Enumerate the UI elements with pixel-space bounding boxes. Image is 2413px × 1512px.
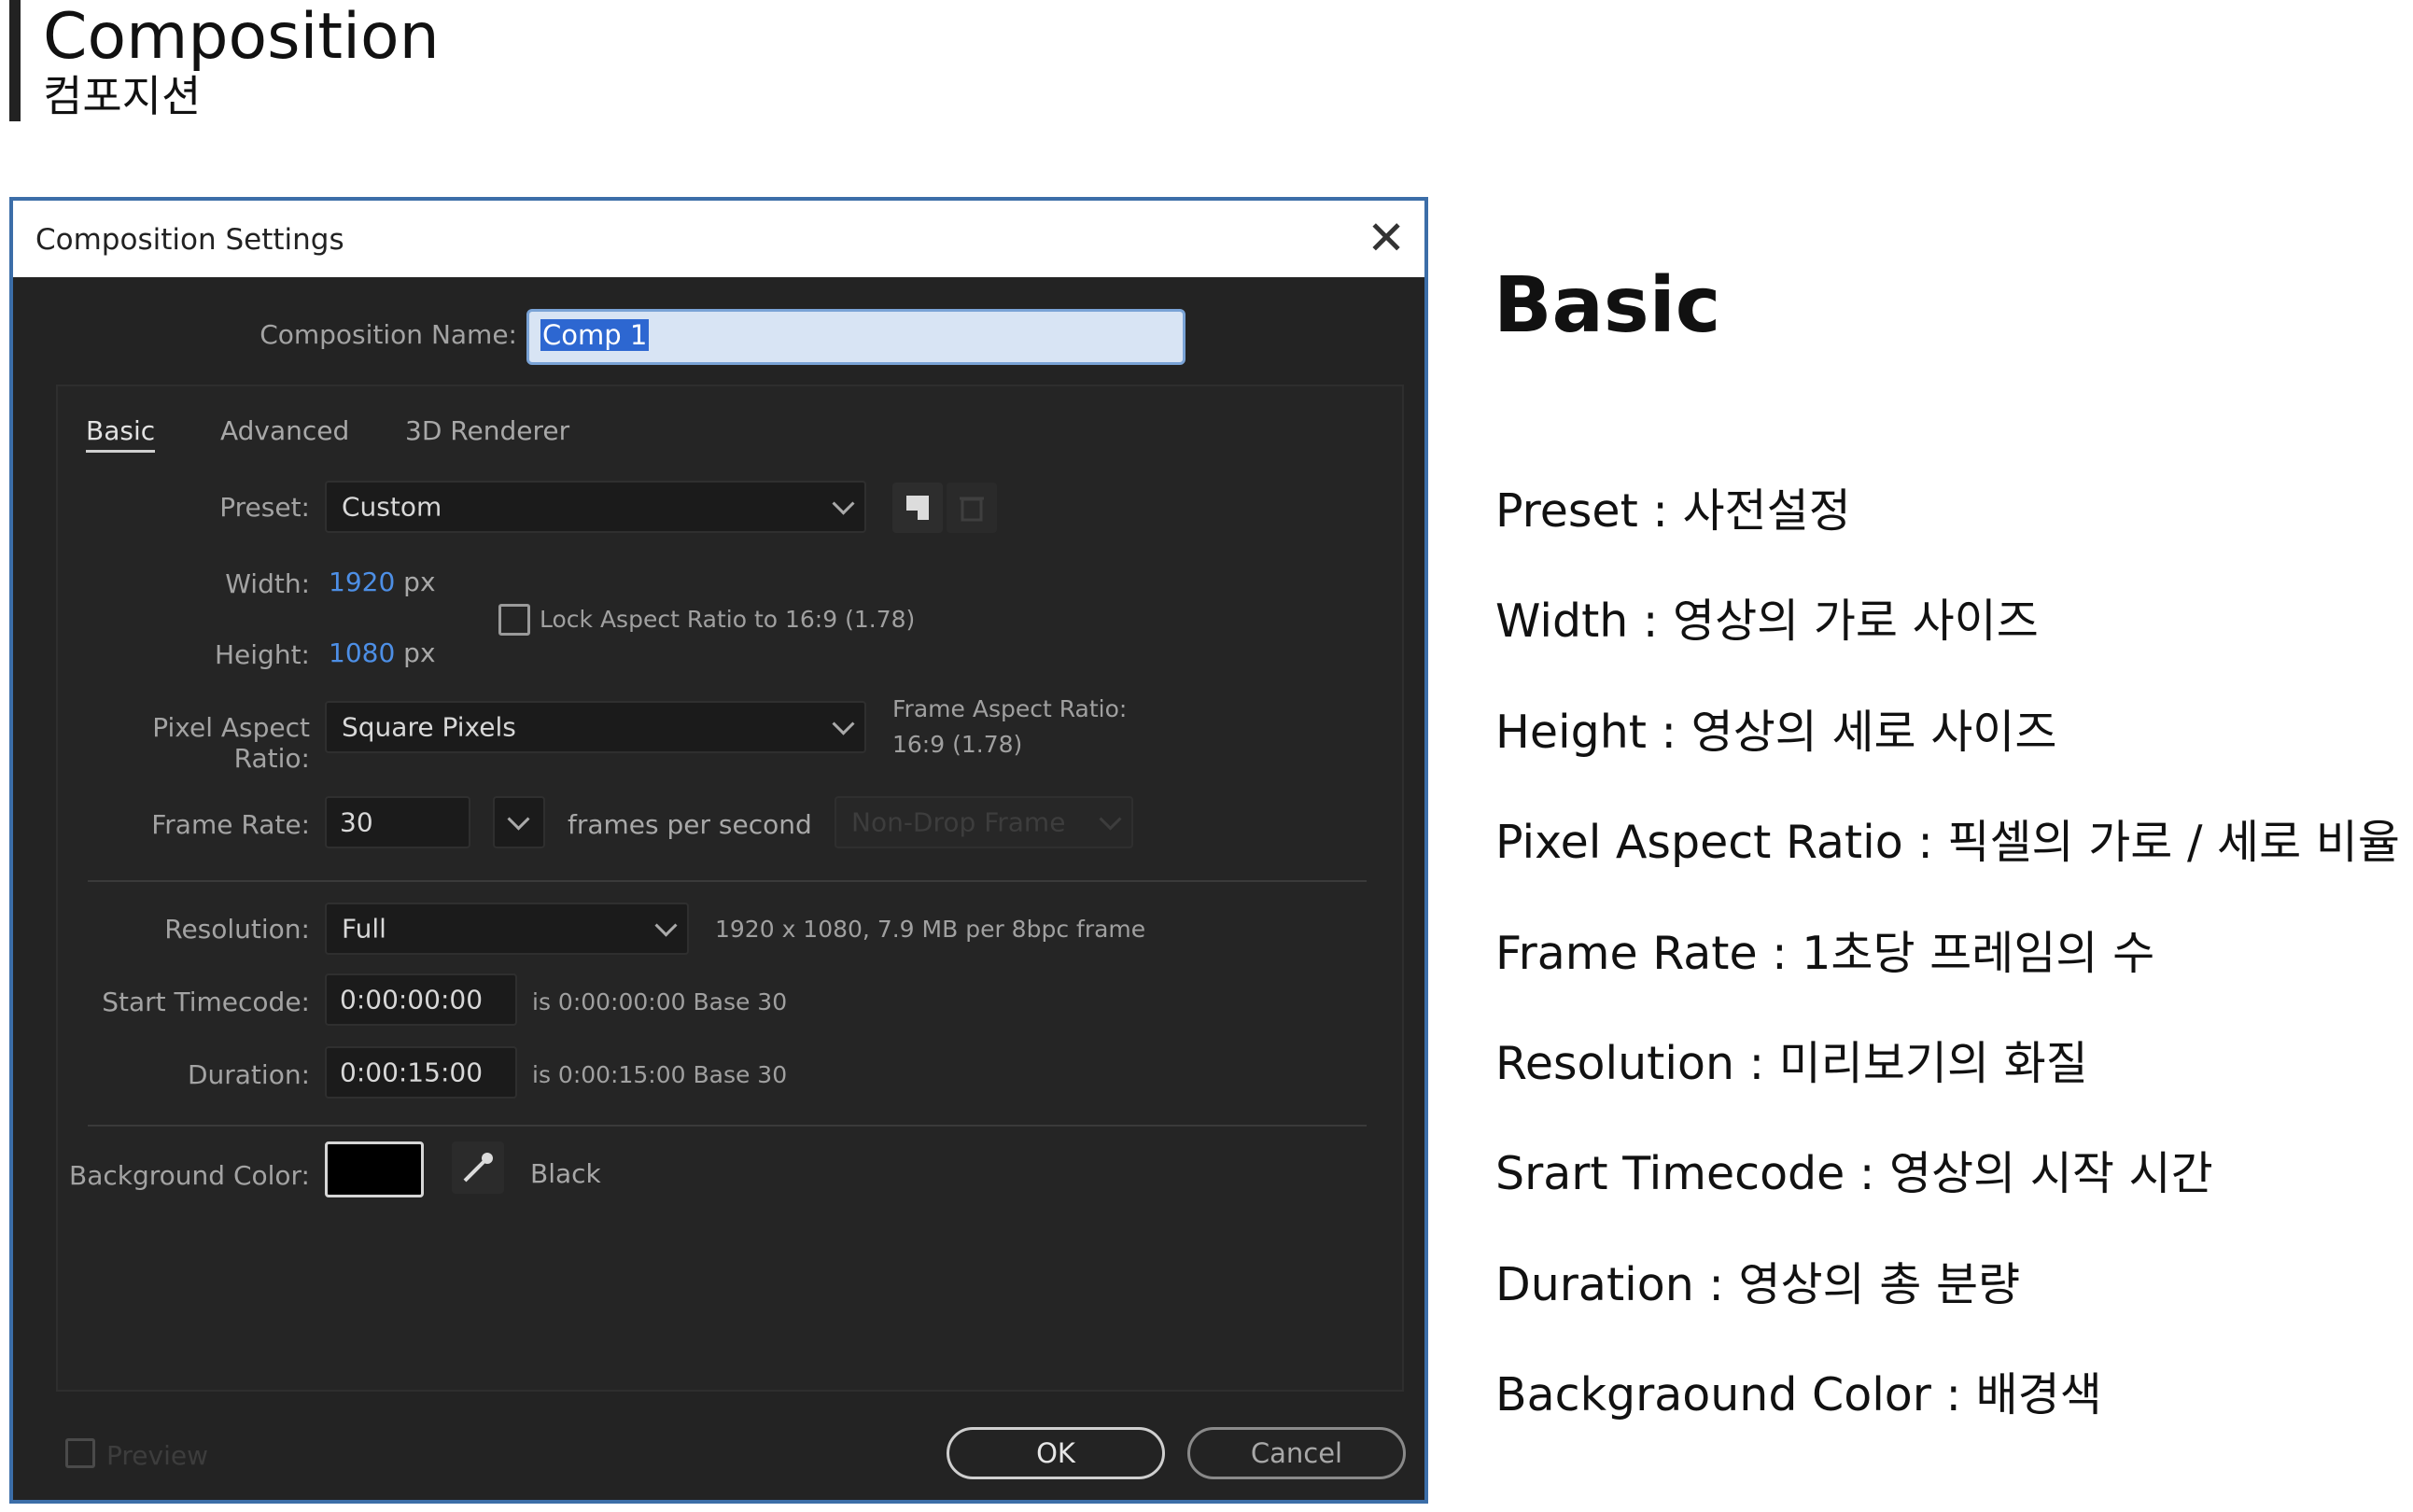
note-item: Frame Rate : 1초당 프레임의 수 bbox=[1495, 927, 2155, 980]
dialog-titlebar[interactable]: Composition Settings ✕ bbox=[13, 201, 1424, 277]
preview-checkbox[interactable] bbox=[65, 1438, 95, 1468]
divider bbox=[88, 1125, 1367, 1127]
start-timecode-value: 0:00:00:00 bbox=[340, 984, 484, 1015]
duration-info: is 0:00:15:00 Base 30 bbox=[532, 1061, 788, 1088]
start-timecode-input[interactable]: 0:00:00:00 bbox=[325, 973, 517, 1026]
close-icon[interactable]: ✕ bbox=[1367, 212, 1406, 264]
pixel-aspect-ratio-value: Square Pixels bbox=[342, 711, 516, 743]
dialog-title: Composition Settings bbox=[35, 223, 344, 257]
tab-3d-renderer[interactable]: 3D Renderer bbox=[405, 415, 569, 446]
chevron-down-icon bbox=[1099, 807, 1122, 831]
height-field[interactable]: 1080 px bbox=[329, 637, 436, 668]
frame-aspect-ratio-label: Frame Aspect Ratio: bbox=[892, 695, 1128, 722]
pixel-aspect-ratio-dropdown[interactable]: Square Pixels bbox=[325, 701, 866, 753]
height-value[interactable]: 1080 bbox=[329, 637, 395, 668]
height-label: Height: bbox=[215, 639, 310, 670]
frame-rate-dropdown[interactable] bbox=[493, 796, 545, 848]
save-preset-button[interactable] bbox=[892, 483, 943, 533]
tab-basic[interactable]: Basic bbox=[86, 415, 156, 453]
frame-aspect-ratio-value: 16:9 (1.78) bbox=[892, 731, 1023, 758]
chevron-down-icon bbox=[832, 712, 855, 735]
duration-value: 0:00:15:00 bbox=[340, 1057, 484, 1088]
width-unit: px bbox=[403, 567, 436, 597]
background-color-swatch[interactable] bbox=[325, 1141, 424, 1197]
frame-rate-input[interactable]: 30 bbox=[325, 796, 470, 848]
note-item: Resolution : 미리보기의 화질 bbox=[1495, 1037, 2088, 1090]
composition-name-input[interactable]: Comp 1 bbox=[526, 309, 1185, 365]
note-item: Width : 영상의 가로 사이즈 bbox=[1495, 595, 2039, 648]
drop-frame-value: Non-Drop Frame bbox=[851, 806, 1066, 838]
width-value[interactable]: 1920 bbox=[329, 567, 395, 597]
notes-heading: Basic bbox=[1494, 261, 1721, 350]
divider bbox=[88, 880, 1367, 882]
delete-preset-button[interactable] bbox=[947, 483, 997, 533]
ok-button[interactable]: OK bbox=[947, 1427, 1165, 1479]
note-item: Preset : 사전설정 bbox=[1495, 484, 1851, 538]
frame-rate-label: Frame Rate: bbox=[151, 809, 310, 840]
duration-label: Duration: bbox=[187, 1059, 310, 1090]
pixel-aspect-ratio-label: Pixel Aspect Ratio: bbox=[152, 712, 310, 774]
frame-rate-value: 30 bbox=[340, 806, 373, 838]
background-color-name: Black bbox=[530, 1158, 601, 1189]
note-item: Backgraound Color : 배경색 bbox=[1495, 1368, 2102, 1421]
trash-icon bbox=[960, 497, 984, 522]
chevron-down-icon bbox=[507, 807, 530, 831]
tab-advanced[interactable]: Advanced bbox=[220, 415, 349, 446]
start-timecode-info: is 0:00:00:00 Base 30 bbox=[532, 988, 788, 1015]
frames-per-second-label: frames per second bbox=[568, 809, 812, 840]
composition-settings-dialog: Composition Settings ✕ Composition Name:… bbox=[9, 197, 1428, 1504]
eyedropper-button[interactable] bbox=[452, 1141, 504, 1194]
preset-dropdown[interactable]: Custom bbox=[325, 481, 866, 533]
eyedropper-icon bbox=[463, 1153, 493, 1183]
height-unit: px bbox=[403, 637, 436, 668]
resolution-dropdown[interactable]: Full bbox=[325, 903, 689, 955]
chevron-down-icon bbox=[654, 914, 678, 937]
note-item: Duration : 영상의 총 분량 bbox=[1495, 1258, 2021, 1311]
note-item: Pixel Aspect Ratio : 픽셀의 가로 / 세로 비율 bbox=[1495, 816, 2400, 869]
note-item: Srart Timecode : 영상의 시작 시간 bbox=[1495, 1147, 2213, 1200]
settings-panel bbox=[56, 385, 1404, 1392]
chevron-down-icon bbox=[832, 492, 855, 515]
cancel-button[interactable]: Cancel bbox=[1187, 1427, 1406, 1479]
composition-name-label: Composition Name: bbox=[260, 319, 517, 350]
preset-value: Custom bbox=[342, 491, 442, 523]
page-title: Composition bbox=[43, 0, 440, 74]
lock-aspect-checkbox[interactable] bbox=[498, 604, 530, 636]
width-label: Width: bbox=[225, 568, 310, 599]
duration-input[interactable]: 0:00:15:00 bbox=[325, 1046, 517, 1099]
dialog-body: Composition Name: Comp 1 Basic Advanced … bbox=[13, 277, 1424, 1500]
resolution-info: 1920 x 1080, 7.9 MB per 8bpc frame bbox=[715, 916, 1146, 943]
save-preset-icon bbox=[906, 496, 929, 520]
drop-frame-dropdown[interactable]: Non-Drop Frame bbox=[835, 796, 1133, 848]
start-timecode-label: Start Timecode: bbox=[102, 987, 310, 1017]
background-color-label: Background Color: bbox=[69, 1160, 310, 1191]
preset-label: Preset: bbox=[219, 492, 310, 523]
page-header: Composition 컴포지션 bbox=[9, 0, 440, 121]
resolution-value: Full bbox=[342, 913, 386, 945]
resolution-label: Resolution: bbox=[164, 914, 310, 945]
width-field[interactable]: 1920 px bbox=[329, 567, 436, 597]
lock-aspect-label: Lock Aspect Ratio to 16:9 (1.78) bbox=[540, 606, 916, 633]
preview-label: Preview bbox=[106, 1440, 208, 1471]
page-subtitle: 컴포지션 bbox=[43, 71, 202, 121]
composition-name-value: Comp 1 bbox=[540, 319, 650, 351]
note-item: Height : 영상의 세로 사이즈 bbox=[1495, 706, 2057, 759]
